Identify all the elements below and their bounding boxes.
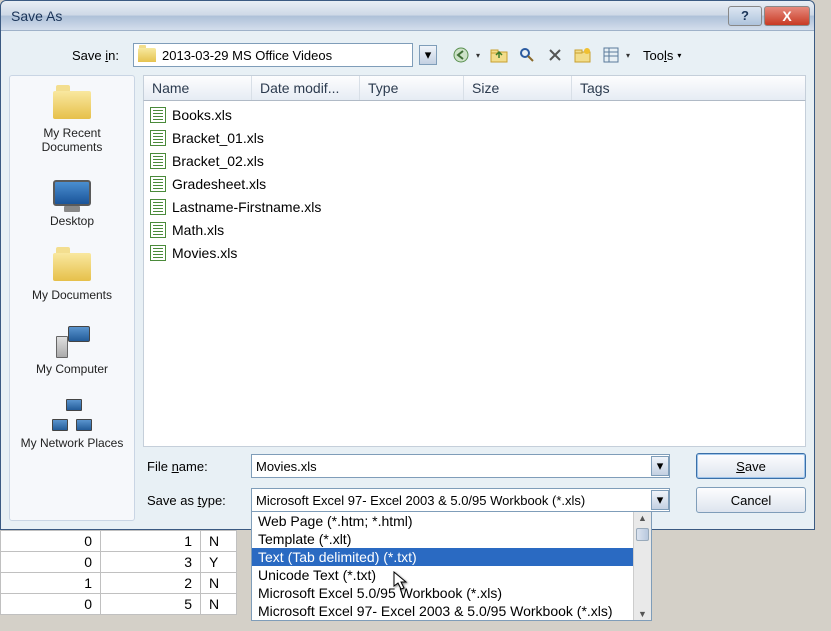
save-in-dropdown-button[interactable]: ▾ bbox=[419, 45, 437, 65]
file-name: Books.xls bbox=[172, 107, 232, 123]
sidebar-item-label: My Documents bbox=[32, 288, 112, 302]
computer-icon bbox=[52, 324, 92, 358]
save-type-option[interactable]: Text (Tab delimited) (*.txt) bbox=[252, 548, 651, 566]
filename-value: Movies.xls bbox=[256, 459, 651, 474]
save-in-combobox[interactable]: 2013-03-29 MS Office Videos bbox=[133, 43, 413, 67]
excel-file-icon bbox=[150, 107, 166, 123]
save-type-dropdown-list[interactable]: Web Page (*.htm; *.html)Template (*.xlt)… bbox=[251, 511, 652, 621]
column-date[interactable]: Date modif... bbox=[252, 76, 360, 100]
save-type-option[interactable]: Web Page (*.htm; *.html) bbox=[252, 512, 651, 530]
file-row[interactable]: Math.xls bbox=[144, 218, 805, 241]
window-title: Save As bbox=[11, 8, 728, 24]
sidebar-item-label: My Computer bbox=[36, 362, 108, 376]
file-name: Movies.xls bbox=[172, 245, 237, 261]
filename-dropdown-button[interactable]: ▾ bbox=[651, 456, 669, 476]
excel-file-icon bbox=[150, 153, 166, 169]
file-list[interactable]: Books.xls Bracket_01.xls Bracket_02.xls Gra… bbox=[143, 101, 806, 447]
sidebar-item-label: My Network Places bbox=[21, 436, 124, 450]
cell[interactable]: 0 bbox=[1, 594, 101, 615]
sidebar-item-documents[interactable]: My Documents bbox=[12, 242, 132, 316]
cell[interactable]: N bbox=[201, 531, 237, 552]
excel-file-icon bbox=[150, 130, 166, 146]
cell[interactable]: 1 bbox=[101, 531, 201, 552]
file-row[interactable]: Movies.xls bbox=[144, 241, 805, 264]
excel-file-icon bbox=[150, 222, 166, 238]
delete-icon[interactable] bbox=[543, 43, 567, 67]
titlebar[interactable]: Save As ? X bbox=[1, 1, 814, 31]
save-button[interactable]: Save bbox=[696, 453, 806, 479]
excel-file-icon bbox=[150, 245, 166, 261]
close-button[interactable]: X bbox=[764, 6, 810, 26]
cell[interactable]: 1 bbox=[1, 573, 101, 594]
file-name: Bracket_01.xls bbox=[172, 130, 264, 146]
file-list-header: Name Date modif... Type Size Tags bbox=[143, 75, 806, 101]
save-type-option[interactable]: Template (*.xlt) bbox=[252, 530, 651, 548]
cell[interactable]: N bbox=[201, 573, 237, 594]
save-type-option[interactable]: Unicode Text (*.txt) bbox=[252, 566, 651, 584]
file-name: Gradesheet.xls bbox=[172, 176, 266, 192]
places-sidebar: My Recent Documents Desktop My Documents… bbox=[9, 75, 135, 521]
tools-menu-button[interactable]: Tools▾ bbox=[637, 43, 687, 67]
cell[interactable]: Y bbox=[201, 552, 237, 573]
sidebar-item-label: Desktop bbox=[50, 214, 94, 228]
column-tags[interactable]: Tags bbox=[572, 76, 805, 100]
back-dropdown-icon[interactable]: ▾ bbox=[473, 43, 483, 67]
cancel-button[interactable]: Cancel bbox=[696, 487, 806, 513]
save-in-value: 2013-03-29 MS Office Videos bbox=[162, 48, 408, 63]
scrollbar[interactable] bbox=[633, 512, 651, 620]
file-row[interactable]: Lastname-Firstname.xls bbox=[144, 195, 805, 218]
folder-icon bbox=[53, 253, 91, 281]
sidebar-item-label: My Recent Documents bbox=[16, 126, 128, 154]
save-type-combobox[interactable]: Microsoft Excel 97- Excel 2003 & 5.0/95 … bbox=[251, 488, 670, 512]
column-type[interactable]: Type bbox=[360, 76, 464, 100]
sidebar-item-desktop[interactable]: Desktop bbox=[12, 168, 132, 242]
sidebar-item-recent[interactable]: My Recent Documents bbox=[12, 80, 132, 168]
views-icon[interactable] bbox=[599, 43, 623, 67]
cell[interactable]: N bbox=[201, 594, 237, 615]
save-in-label: Save in: bbox=[9, 48, 127, 63]
cell[interactable]: 5 bbox=[101, 594, 201, 615]
search-icon[interactable] bbox=[515, 43, 539, 67]
file-name: Bracket_02.xls bbox=[172, 153, 264, 169]
back-icon[interactable] bbox=[449, 43, 473, 67]
save-type-option[interactable]: Microsoft Excel 97- Excel 2003 & 5.0/95 … bbox=[252, 602, 651, 620]
new-folder-icon[interactable] bbox=[571, 43, 595, 67]
sidebar-item-network[interactable]: My Network Places bbox=[12, 390, 132, 464]
cell[interactable]: 0 bbox=[1, 531, 101, 552]
save-type-option[interactable]: Microsoft Excel 5.0/95 Workbook (*.xls) bbox=[252, 584, 651, 602]
save-type-label: Save as type: bbox=[143, 493, 241, 508]
mouse-cursor-icon bbox=[393, 571, 409, 591]
sidebar-item-computer[interactable]: My Computer bbox=[12, 316, 132, 390]
cell[interactable]: 0 bbox=[1, 552, 101, 573]
desktop-icon bbox=[53, 180, 91, 206]
file-name: Lastname-Firstname.xls bbox=[172, 199, 321, 215]
file-row[interactable]: Bracket_02.xls bbox=[144, 149, 805, 172]
save-type-dropdown-button[interactable]: ▾ bbox=[651, 490, 669, 510]
file-name: Math.xls bbox=[172, 222, 224, 238]
save-as-dialog: Save As ? X Save in: 2013-03-29 MS Offic… bbox=[0, 0, 815, 530]
file-row[interactable]: Books.xls bbox=[144, 103, 805, 126]
file-row[interactable]: Bracket_01.xls bbox=[144, 126, 805, 149]
help-button[interactable]: ? bbox=[728, 6, 762, 26]
cell[interactable]: 2 bbox=[101, 573, 201, 594]
views-dropdown-icon[interactable]: ▾ bbox=[623, 43, 633, 67]
column-size[interactable]: Size bbox=[464, 76, 572, 100]
folder-icon bbox=[53, 91, 91, 119]
network-icon bbox=[52, 399, 92, 431]
file-row[interactable]: Gradesheet.xls bbox=[144, 172, 805, 195]
filename-input[interactable]: Movies.xls ▾ bbox=[251, 454, 670, 478]
up-folder-icon[interactable] bbox=[487, 43, 511, 67]
scrollbar-thumb[interactable] bbox=[636, 528, 649, 541]
excel-file-icon bbox=[150, 176, 166, 192]
filename-label: File name: bbox=[143, 459, 241, 474]
save-type-value: Microsoft Excel 97- Excel 2003 & 5.0/95 … bbox=[256, 493, 651, 508]
column-name[interactable]: Name bbox=[144, 76, 252, 100]
excel-file-icon bbox=[150, 199, 166, 215]
folder-icon bbox=[138, 48, 156, 62]
cell[interactable]: 3 bbox=[101, 552, 201, 573]
